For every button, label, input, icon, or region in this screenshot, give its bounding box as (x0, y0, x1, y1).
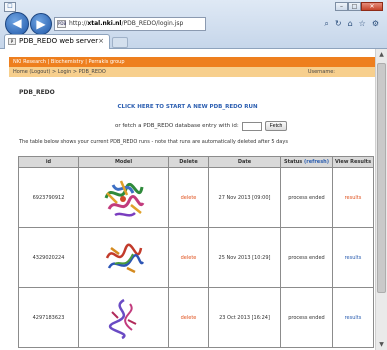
run-status: process ended (280, 287, 333, 348)
breadcrumb-current: PDB_REDO (78, 69, 106, 75)
back-arrow-icon: ◀ (12, 16, 22, 30)
scrollbar-thumb[interactable] (377, 63, 386, 293)
vertical-scrollbar[interactable]: ▲ ▼ (375, 49, 387, 350)
col-date: Date (208, 156, 281, 168)
table-row: 4329020224 delete 25 Nov 2013 [10:29] pr… (18, 227, 374, 288)
breadcrumb-home[interactable]: Home (Logout) (13, 69, 50, 75)
page-title: PDB_REDO (19, 89, 55, 96)
delete-link[interactable]: delete (168, 227, 209, 288)
home-icon[interactable]: ⌂ (348, 19, 353, 31)
table-header-row: id Model Delete Date Status (refresh) Vi… (18, 156, 374, 168)
window-controls: – □ ✕ (335, 2, 383, 11)
col-status-label: Status (283, 159, 303, 165)
breadcrumb: Home (Logout) > Login > PDB_REDO Usernam… (9, 67, 375, 77)
org-nav-bar: NKI Research | Biochemistry | Perrakis g… (9, 57, 375, 67)
close-tab-icon[interactable]: × (98, 35, 104, 48)
tab-favicon: P (8, 38, 16, 45)
scroll-down-icon[interactable]: ▼ (376, 339, 387, 350)
protein-model-image (108, 298, 136, 339)
col-model: Model (78, 156, 169, 168)
run-date: 25 Nov 2013 [10:29] (208, 227, 281, 288)
url-path: /PDB_REDO/login.jsp (121, 20, 184, 27)
fetch-id-input[interactable] (241, 121, 262, 131)
fetch-label: or fetch a PDB_REDO database entry with … (115, 123, 239, 129)
star-icon[interactable]: ☆ (359, 19, 366, 31)
protein-model-image (105, 243, 144, 273)
org-link-perrakis[interactable]: Perrakis group (89, 59, 125, 65)
runs-note: The table below shows your current PDB_R… (19, 139, 288, 145)
tab-title: PDB_REDO web server (19, 37, 99, 45)
scroll-up-icon[interactable]: ▲ (376, 49, 387, 60)
table-row: 6923790912 delete 27 Nov 2013 [09:00] pr… (18, 167, 374, 228)
protein-model-image (104, 180, 144, 217)
results-link[interactable]: results (332, 227, 374, 288)
col-delete: Delete (168, 156, 209, 168)
org-link-biochemistry[interactable]: Biochemistry (51, 59, 84, 65)
browser-toolbar: ⌕ ↻ ⌂ ☆ ⚙ (324, 19, 379, 31)
run-status: process ended (280, 167, 333, 228)
forward-arrow-icon: ▶ (36, 17, 46, 31)
site-favicon: PDB (57, 20, 67, 28)
run-date: 23 Oct 2013 [16:24] (208, 287, 281, 348)
search-icon[interactable]: ⌕ (324, 19, 328, 31)
username-label: Username: (307, 69, 335, 75)
col-id: id (18, 156, 79, 168)
run-id: 6923790912 (18, 167, 79, 228)
tab-pdb-redo[interactable]: P PDB_REDO web server × (4, 34, 110, 49)
table-row: 4297183623 delete 23 Oct 2013 [16:24] pr… (18, 287, 374, 348)
page-viewport: NKI Research | Biochemistry | Perrakis g… (0, 49, 375, 350)
minimize-button[interactable]: – (335, 2, 348, 11)
delete-link[interactable]: delete (168, 287, 209, 348)
results-link[interactable]: results (332, 167, 374, 228)
runs-table: id Model Delete Date Status (refresh) Vi… (18, 156, 374, 348)
run-id: 4297183623 (18, 287, 79, 348)
delete-link[interactable]: delete (168, 167, 209, 228)
url-host: xtal.nki.nl (87, 20, 122, 27)
results-link[interactable]: results (332, 287, 374, 348)
col-status: Status (refresh) (280, 156, 333, 168)
browser-chrome: ☐ ◀ ▶ PDB http://xtal.nki.nl/PDB_REDO/lo… (0, 0, 387, 49)
back-button[interactable]: ◀ (5, 12, 29, 36)
refresh-icon[interactable]: ↻ (335, 19, 342, 31)
breadcrumb-login[interactable]: Login (58, 69, 72, 75)
run-date: 27 Nov 2013 [09:00] (208, 167, 281, 228)
org-link-nki[interactable]: NKI Research (13, 59, 46, 65)
start-new-run-link[interactable]: CLICK HERE TO START A NEW PDB_REDO RUN (0, 104, 375, 110)
gear-icon[interactable]: ⚙ (372, 19, 379, 31)
fetch-row: or fetch a PDB_REDO database entry with … (115, 121, 288, 131)
model-thumbnail (78, 287, 169, 348)
maximize-button[interactable]: □ (348, 2, 361, 11)
address-bar[interactable]: PDB http://xtal.nki.nl/PDB_REDO/login.js… (54, 17, 206, 31)
url-prefix: http:// (69, 20, 88, 27)
page-icon: ☐ (4, 2, 16, 12)
col-view-results: View Results (332, 156, 374, 168)
model-thumbnail (78, 227, 169, 288)
close-window-button[interactable]: ✕ (361, 2, 383, 11)
new-tab-button[interactable] (112, 37, 128, 48)
run-status: process ended (280, 227, 333, 288)
run-id: 4329020224 (18, 227, 79, 288)
model-thumbnail (78, 167, 169, 228)
forward-button[interactable]: ▶ (30, 13, 52, 35)
refresh-link[interactable]: (refresh) (304, 159, 329, 165)
fetch-button[interactable]: Fetch (264, 121, 288, 131)
